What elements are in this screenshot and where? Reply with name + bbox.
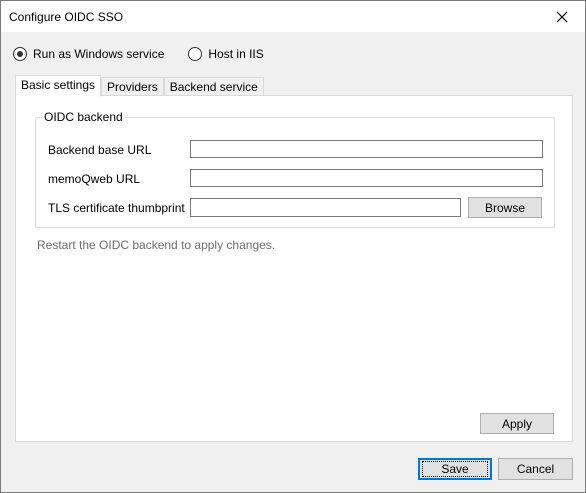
oidc-backend-group-title: OIDC backend — [42, 110, 125, 124]
basic-settings-panel: OIDC backend Backend base URL memoQweb U… — [15, 95, 573, 442]
radio-checked-indicator — [13, 47, 27, 61]
backend-base-url-label: Backend base URL — [48, 143, 152, 157]
close-icon — [556, 11, 568, 22]
cancel-button[interactable]: Cancel — [498, 458, 573, 480]
radio-unchecked-indicator — [188, 47, 203, 61]
window-title: Configure OIDC SSO — [9, 10, 124, 24]
tab-basic-settings[interactable]: Basic settings — [15, 75, 102, 97]
tab-strip: Basic settings Providers Backend service — [15, 75, 264, 97]
radio-windows-service[interactable]: Run as Windows service — [13, 47, 164, 61]
close-button[interactable] — [539, 1, 585, 32]
tab-providers[interactable]: Providers — [101, 77, 164, 97]
save-button-label: Save — [422, 461, 488, 477]
radio-host-in-iis-label: Host in IIS — [208, 47, 264, 61]
restart-hint: Restart the OIDC backend to apply change… — [37, 238, 276, 252]
tls-thumbprint-field[interactable] — [190, 198, 461, 217]
radio-host-in-iis[interactable]: Host in IIS — [188, 47, 264, 61]
backend-base-url-field[interactable] — [190, 140, 543, 158]
radio-windows-service-label: Run as Windows service — [33, 47, 165, 61]
tab-backend-service[interactable]: Backend service — [163, 77, 264, 97]
hosting-mode-group: Run as Windows service Host in IIS — [13, 47, 288, 61]
memoqweb-url-field[interactable] — [190, 169, 543, 187]
memoqweb-url-label: memoQweb URL — [48, 172, 141, 186]
tls-thumbprint-label: TLS certificate thumbprint — [48, 201, 185, 215]
save-button[interactable]: Save — [418, 458, 492, 480]
oidc-backend-group: OIDC backend Backend base URL memoQweb U… — [35, 110, 555, 228]
apply-button[interactable]: Apply — [480, 413, 554, 434]
title-bar: Configure OIDC SSO — [1, 1, 585, 32]
browse-button[interactable]: Browse — [468, 197, 542, 218]
dialog-window: Configure OIDC SSO Run as Windows servic… — [0, 0, 586, 493]
